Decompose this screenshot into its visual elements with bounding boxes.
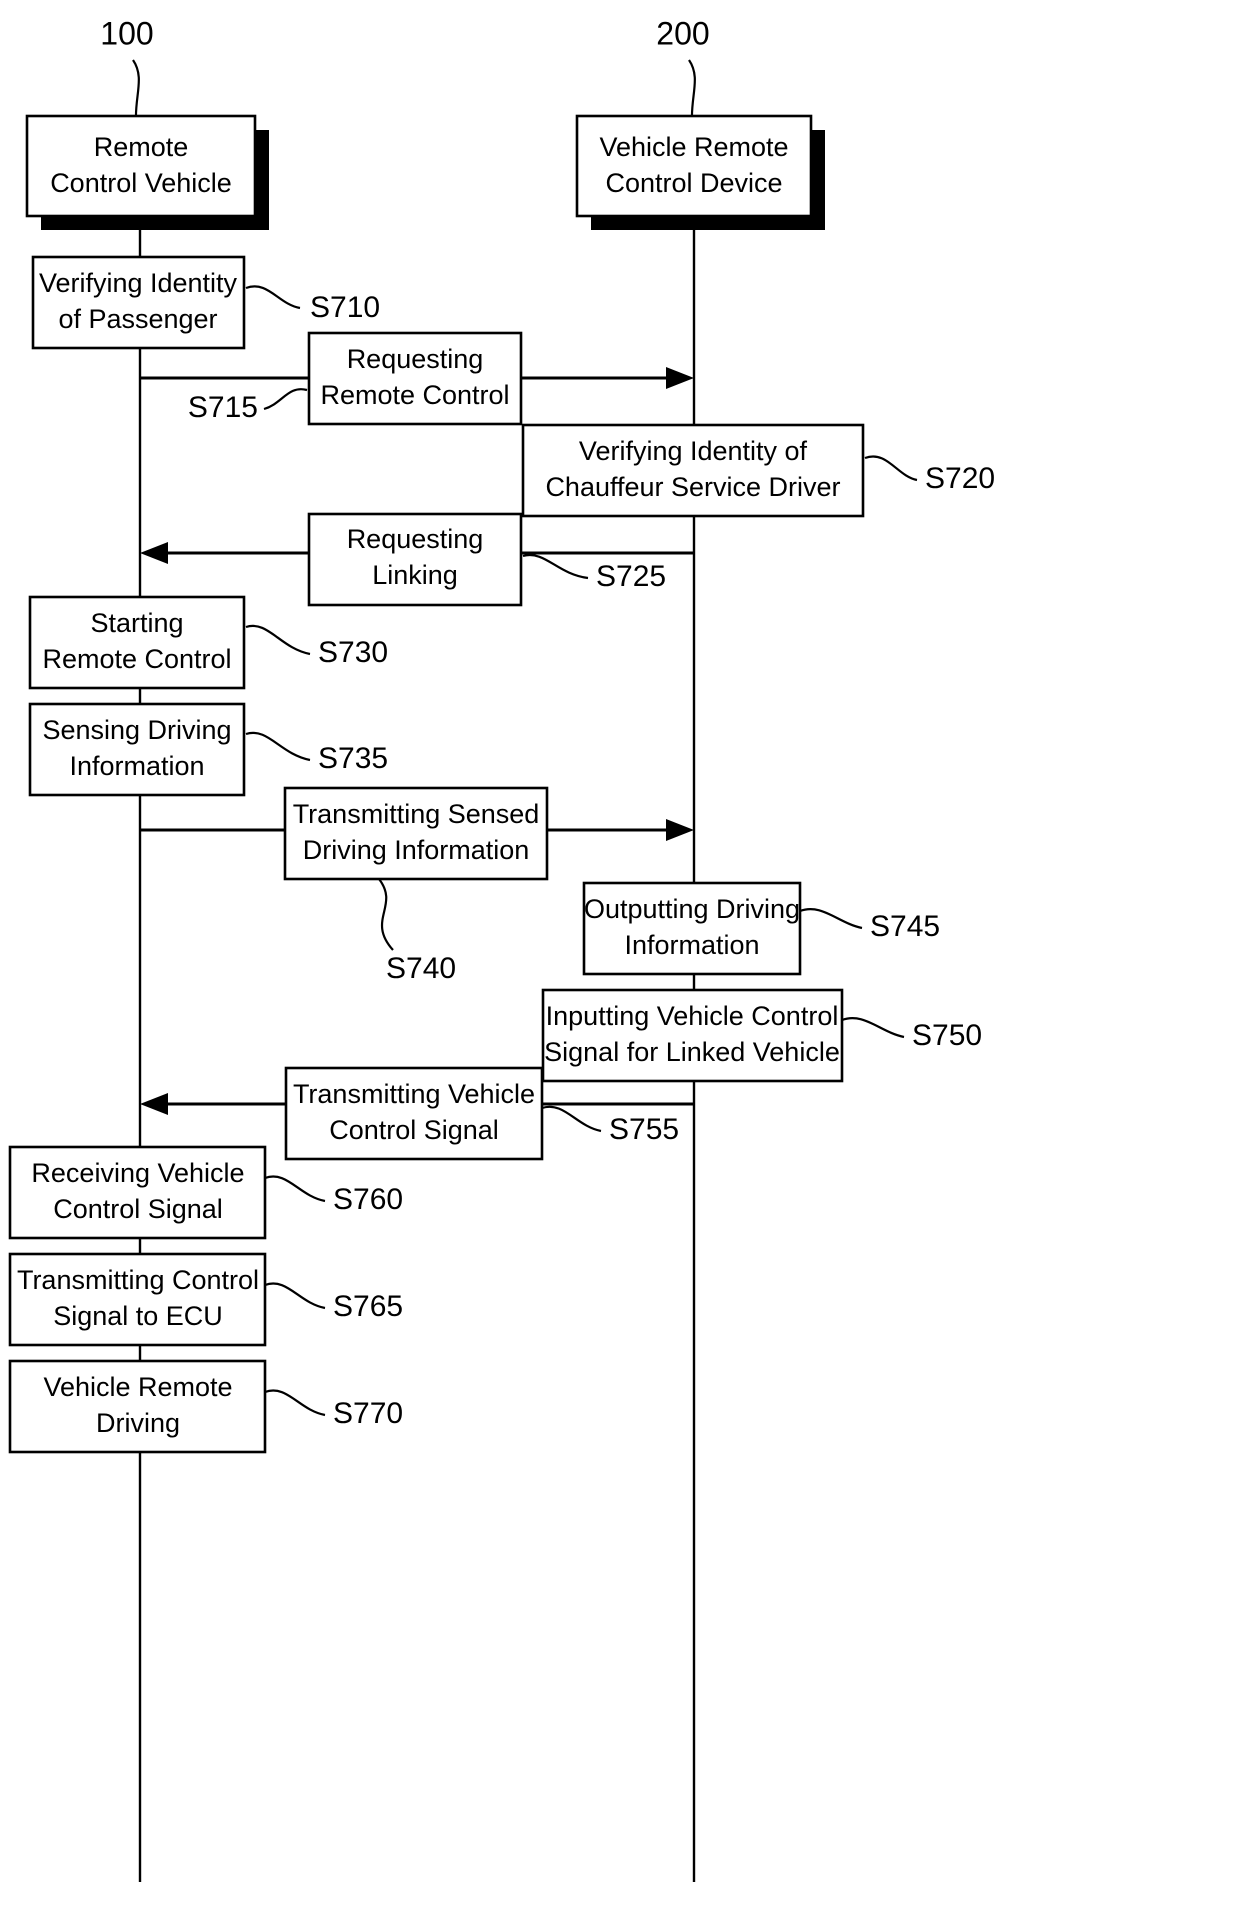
step-box-s725: Requesting Linking S725 bbox=[307, 512, 666, 607]
step-label-s715-line2: Remote Control bbox=[320, 380, 509, 410]
step-label-s760-line2: Control Signal bbox=[53, 1194, 223, 1224]
reference-numeral-100: 100 bbox=[100, 15, 153, 51]
step-label-s720-line2: Chauffeur Service Driver bbox=[545, 472, 840, 502]
step-label-s735-line2: Information bbox=[69, 751, 204, 781]
step-label-s725-line1: Requesting bbox=[347, 524, 484, 554]
step-box-s760: Receiving Vehicle Control Signal S760 bbox=[8, 1145, 403, 1240]
step-code-s730: S730 bbox=[318, 636, 388, 669]
reference-numeral-200: 200 bbox=[656, 15, 709, 51]
step-callout-s745 bbox=[799, 908, 863, 930]
step-label-s735-line1: Sensing Driving bbox=[42, 715, 231, 745]
step-box-s730: Starting Remote Control S730 bbox=[28, 595, 388, 690]
step-code-s755: S755 bbox=[609, 1113, 679, 1146]
step-label-s765-line2: Signal to ECU bbox=[53, 1301, 223, 1331]
sequence-diagram-canvas: 100 200 Remote Control Vehicle Vehicle R… bbox=[0, 0, 1240, 1925]
step-code-s710: S710 bbox=[310, 291, 380, 324]
step-callout-s730 bbox=[245, 624, 311, 656]
step-code-s760: S760 bbox=[333, 1183, 403, 1216]
step-label-s740-line1: Transmitting Sensed bbox=[293, 799, 540, 829]
actor-remote-control-vehicle: Remote Control Vehicle bbox=[25, 114, 269, 230]
step-code-s750: S750 bbox=[912, 1019, 982, 1052]
actor-label-100-line2: Control Vehicle bbox=[50, 168, 232, 198]
step-callout-s725 bbox=[522, 553, 589, 580]
step-label-s770-line2: Driving bbox=[96, 1408, 180, 1438]
step-code-s715: S715 bbox=[188, 391, 258, 424]
step-label-s720-line1: Verifying Identity of bbox=[579, 436, 808, 466]
message-arrowhead-transmitting-sensed-driving-information bbox=[666, 819, 694, 841]
step-label-s755-line2: Control Signal bbox=[329, 1115, 499, 1145]
step-box-s735: Sensing Driving Information S735 bbox=[28, 702, 388, 797]
actor-box-100 bbox=[25, 114, 257, 218]
step-label-s765-line1: Transmitting Control bbox=[17, 1265, 259, 1295]
step-box-s765: Transmitting Control Signal to ECU S765 bbox=[8, 1252, 403, 1347]
step-box-s745: Outputting Driving Information S745 bbox=[582, 881, 940, 976]
step-label-s710-line1: Verifying Identity bbox=[39, 268, 238, 298]
step-callout-s765 bbox=[264, 1282, 326, 1310]
step-callout-s755 bbox=[541, 1105, 602, 1133]
step-label-s760-line1: Receiving Vehicle bbox=[31, 1158, 244, 1188]
actor-box-200 bbox=[575, 114, 813, 218]
step-callout-s720 bbox=[864, 455, 918, 482]
step-code-s765: S765 bbox=[333, 1290, 403, 1323]
step-callout-s735 bbox=[245, 731, 311, 762]
step-code-s735: S735 bbox=[318, 742, 388, 775]
step-callout-s710 bbox=[245, 285, 301, 310]
step-label-s745-line1: Outputting Driving bbox=[584, 894, 800, 924]
step-label-s730-line1: Starting bbox=[90, 608, 183, 638]
step-label-s770-line1: Vehicle Remote bbox=[43, 1372, 232, 1402]
step-box-s750: Inputting Vehicle Control Signal for Lin… bbox=[541, 988, 982, 1083]
step-code-s745: S745 bbox=[870, 910, 940, 943]
message-arrowhead-requesting-linking bbox=[140, 542, 168, 564]
step-label-s750-line2: Signal for Linked Vehicle bbox=[544, 1037, 840, 1067]
step-box-s740: Transmitting Sensed Driving Information … bbox=[283, 786, 549, 985]
patent-sequence-diagram: 100 200 Remote Control Vehicle Vehicle R… bbox=[8, 15, 995, 1882]
step-label-s710-line2: of Passenger bbox=[58, 304, 217, 334]
step-box-s770: Vehicle Remote Driving S770 bbox=[8, 1359, 403, 1454]
message-arrowhead-transmitting-vehicle-control-signal bbox=[140, 1093, 168, 1115]
actor-label-200-line1: Vehicle Remote bbox=[599, 132, 788, 162]
step-code-s725: S725 bbox=[596, 560, 666, 593]
step-code-s740: S740 bbox=[386, 952, 456, 985]
step-callout-s740 bbox=[378, 878, 394, 951]
step-box-s720: Verifying Identity of Chauffeur Service … bbox=[521, 423, 995, 518]
step-label-s740-line2: Driving Information bbox=[303, 835, 530, 865]
step-label-s725-line2: Linking bbox=[372, 560, 458, 590]
step-label-s755-line1: Transmitting Vehicle bbox=[293, 1079, 535, 1109]
step-label-s750-line1: Inputting Vehicle Control bbox=[546, 1001, 839, 1031]
actor-vehicle-remote-control-device: Vehicle Remote Control Device bbox=[575, 114, 825, 230]
message-arrowhead-requesting-remote-control bbox=[666, 367, 694, 389]
step-callout-s770 bbox=[264, 1389, 326, 1417]
step-callout-s715 bbox=[263, 388, 308, 411]
step-code-s720: S720 bbox=[925, 462, 995, 495]
step-callout-s750 bbox=[841, 1017, 905, 1039]
actor-label-100-line1: Remote bbox=[94, 132, 189, 162]
step-callout-s760 bbox=[264, 1175, 326, 1203]
step-label-s745-line2: Information bbox=[624, 930, 759, 960]
step-label-s730-line2: Remote Control bbox=[42, 644, 231, 674]
reference-numerals: 100 200 bbox=[100, 15, 709, 51]
actor-label-200-line2: Control Device bbox=[605, 168, 782, 198]
step-code-s770: S770 bbox=[333, 1397, 403, 1430]
step-label-s715-line1: Requesting bbox=[347, 344, 484, 374]
